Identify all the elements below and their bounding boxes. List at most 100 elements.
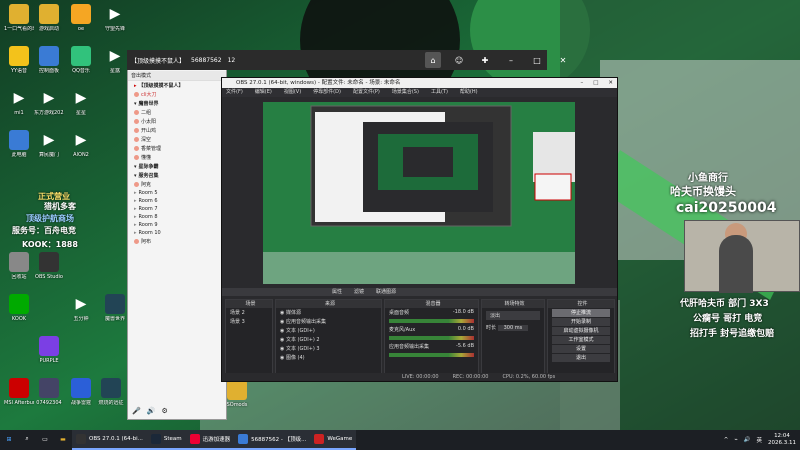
- chat-channel-name[interactable]: ▸ 【顶级摸摸不鼠人】: [128, 81, 226, 90]
- desktop-icon[interactable]: ▶ 守望先锋: [100, 4, 130, 42]
- obs-menu-item[interactable]: 帮助(H): [460, 88, 478, 97]
- desktop-icon[interactable]: MSI Afterburner: [4, 378, 34, 416]
- obs-menu-item[interactable]: 工具(T): [431, 88, 448, 97]
- desktop-icon[interactable]: ▶ 五分钟: [66, 294, 96, 332]
- desktop-icon[interactable]: ▶ AION2: [66, 130, 96, 168]
- chat-top-user[interactable]: cli大刀: [128, 90, 226, 99]
- input-language[interactable]: 英: [756, 436, 762, 444]
- desktop-icon[interactable]: OBS Studio: [34, 252, 64, 290]
- desktop-icon[interactable]: YY语音: [4, 46, 34, 84]
- source-toolbar-button[interactable]: 联通图源: [376, 288, 396, 296]
- duration-input[interactable]: 300 ms: [497, 325, 529, 331]
- desktop-icon[interactable]: 魔兽世界: [100, 294, 130, 332]
- files-button[interactable]: ▬: [54, 430, 72, 450]
- chat-user[interactable]: 深空: [128, 135, 226, 144]
- user-icon[interactable]: ☺: [451, 52, 467, 68]
- tray-chevron-icon[interactable]: ^: [724, 437, 729, 443]
- chat-user[interactable]: 开山鸡: [128, 126, 226, 135]
- close-button[interactable]: ✕: [555, 52, 571, 68]
- source-toolbar-button[interactable]: 滤镜: [354, 288, 364, 296]
- scene-item[interactable]: 场景 2: [226, 308, 272, 317]
- taskbar-app[interactable]: Steam: [146, 430, 186, 450]
- search-button[interactable]: ⌕: [18, 430, 36, 450]
- source-item[interactable]: ◉ 图像 (4): [276, 353, 381, 362]
- volume-meter[interactable]: [389, 336, 474, 340]
- transition-type[interactable]: 淡出: [486, 311, 540, 320]
- source-item[interactable]: ◉ 文本 (GDI+) 2: [276, 335, 381, 344]
- taskbar-app[interactable]: 56887562 - 【顶级...: [234, 430, 311, 450]
- source-item[interactable]: ◉ 文本 (GDI+): [276, 326, 381, 335]
- control-button[interactable]: 停止推流: [552, 309, 610, 317]
- obs-preview[interactable]: [263, 102, 575, 284]
- control-button[interactable]: 启动虚拟摄像机: [552, 327, 610, 335]
- desktop-icon[interactable]: 1一口气看的动漫大合集: [4, 4, 34, 42]
- close-button[interactable]: ✕: [608, 78, 613, 88]
- minimize-button[interactable]: –: [580, 78, 583, 88]
- chat-room[interactable]: ▸ Room 8: [128, 213, 226, 221]
- desktop-icon[interactable]: 07492304: [34, 378, 64, 416]
- home-icon[interactable]: ⌂: [425, 52, 441, 68]
- control-button[interactable]: 退出: [552, 354, 610, 362]
- chat-section-service[interactable]: ▾ 服务召集: [128, 171, 226, 180]
- chat-section-sc[interactable]: ▾ 星际争霸: [128, 162, 226, 171]
- clock[interactable]: 12:04 2026.3.11: [768, 433, 796, 447]
- chat-user-bottom2[interactable]: 阿布: [128, 237, 226, 246]
- control-button[interactable]: 设置: [552, 345, 610, 353]
- desktop-icon[interactable]: 回收站: [4, 252, 34, 290]
- obs-menu-item[interactable]: 停靠部件(D): [313, 88, 341, 97]
- chat-user[interactable]: 小太阳: [128, 117, 226, 126]
- control-button[interactable]: 工作室模式: [552, 336, 610, 344]
- desktop-icon[interactable]: QQ音乐: [66, 46, 96, 84]
- control-button[interactable]: 开始录制: [552, 318, 610, 326]
- source-item[interactable]: ◉ 媒体源: [276, 308, 381, 317]
- desktop-icon[interactable]: PURPLE: [34, 336, 64, 374]
- chat-room[interactable]: ▸ Room 5: [128, 189, 226, 197]
- taskbar-app[interactable]: WeGame: [310, 430, 357, 450]
- chat-user-bottom[interactable]: 阿克: [128, 180, 226, 189]
- chat-room[interactable]: ▸ Room 6: [128, 197, 226, 205]
- taskbar-app[interactable]: OBS 27.0.1 (64-bi...: [72, 430, 147, 450]
- chat-room[interactable]: ▸ Room 7: [128, 205, 226, 213]
- settings-icon[interactable]: ⚙: [161, 407, 167, 415]
- source-item[interactable]: ◉ 应用音频输出采集: [276, 317, 381, 326]
- volume-meter[interactable]: [389, 353, 474, 357]
- desktop-icon[interactable]: 燃烧的远征: [96, 378, 126, 416]
- desktop-icon[interactable]: ▶ 算民魔门: [34, 130, 64, 168]
- speaker-icon[interactable]: 🔊: [147, 407, 156, 415]
- desktop-icon[interactable]: 此电脑: [4, 130, 34, 168]
- desktop-icon[interactable]: 战争雷霆: [66, 378, 96, 416]
- mic-icon[interactable]: 🎤: [132, 407, 141, 415]
- chat-room[interactable]: ▸ Room 9: [128, 221, 226, 229]
- obs-menu-item[interactable]: 视图(V): [284, 88, 301, 97]
- chat-user[interactable]: 懂懂: [128, 153, 226, 162]
- obs-menu-item[interactable]: 配置文件(P): [353, 88, 380, 97]
- gamepad-icon[interactable]: ✚: [477, 52, 493, 68]
- desktop-icon[interactable]: ▶ 星星: [66, 88, 96, 126]
- volume-meter[interactable]: [389, 319, 474, 323]
- chat-user[interactable]: 香菜管理: [128, 144, 226, 153]
- start-button[interactable]: ⊞: [0, 430, 18, 450]
- source-toolbar-button[interactable]: 属性: [332, 288, 342, 296]
- maximize-button[interactable]: □: [593, 78, 598, 88]
- taskbar-app[interactable]: 迅游加速器: [185, 430, 235, 450]
- desktop-icon[interactable]: oe: [66, 4, 96, 42]
- source-item[interactable]: ◉ 文本 (GDI+) 3: [276, 344, 381, 353]
- taskview-button[interactable]: ▭: [36, 430, 54, 450]
- desktop-icon[interactable]: KOOK: [4, 294, 34, 332]
- minimize-button[interactable]: –: [503, 52, 519, 68]
- chat-mode-label[interactable]: 音出模式: [128, 71, 226, 81]
- obs-menu-item[interactable]: 场景集合(S): [392, 88, 419, 97]
- desktop-icon[interactable]: 游戏启动: [34, 4, 64, 42]
- maximize-button[interactable]: □: [529, 52, 545, 68]
- desktop-icon[interactable]: ▶ mi1: [4, 88, 34, 126]
- obs-menu-item[interactable]: 编辑(E): [255, 88, 272, 97]
- chat-room[interactable]: ▸ Room 10: [128, 229, 226, 237]
- desktop-icon[interactable]: ▶ 星露: [100, 46, 130, 84]
- chat-section-wow[interactable]: ▾ 魔兽世界: [128, 99, 226, 108]
- chat-user[interactable]: 二组: [128, 108, 226, 117]
- obs-menu-item[interactable]: 文件(F): [226, 88, 243, 97]
- volume-icon[interactable]: 🔊: [744, 437, 751, 443]
- network-icon[interactable]: ⌁: [734, 437, 737, 443]
- desktop-icon[interactable]: 控制面板: [34, 46, 64, 84]
- desktop-icon[interactable]: ▶ 东方游戏20250601: [34, 88, 64, 126]
